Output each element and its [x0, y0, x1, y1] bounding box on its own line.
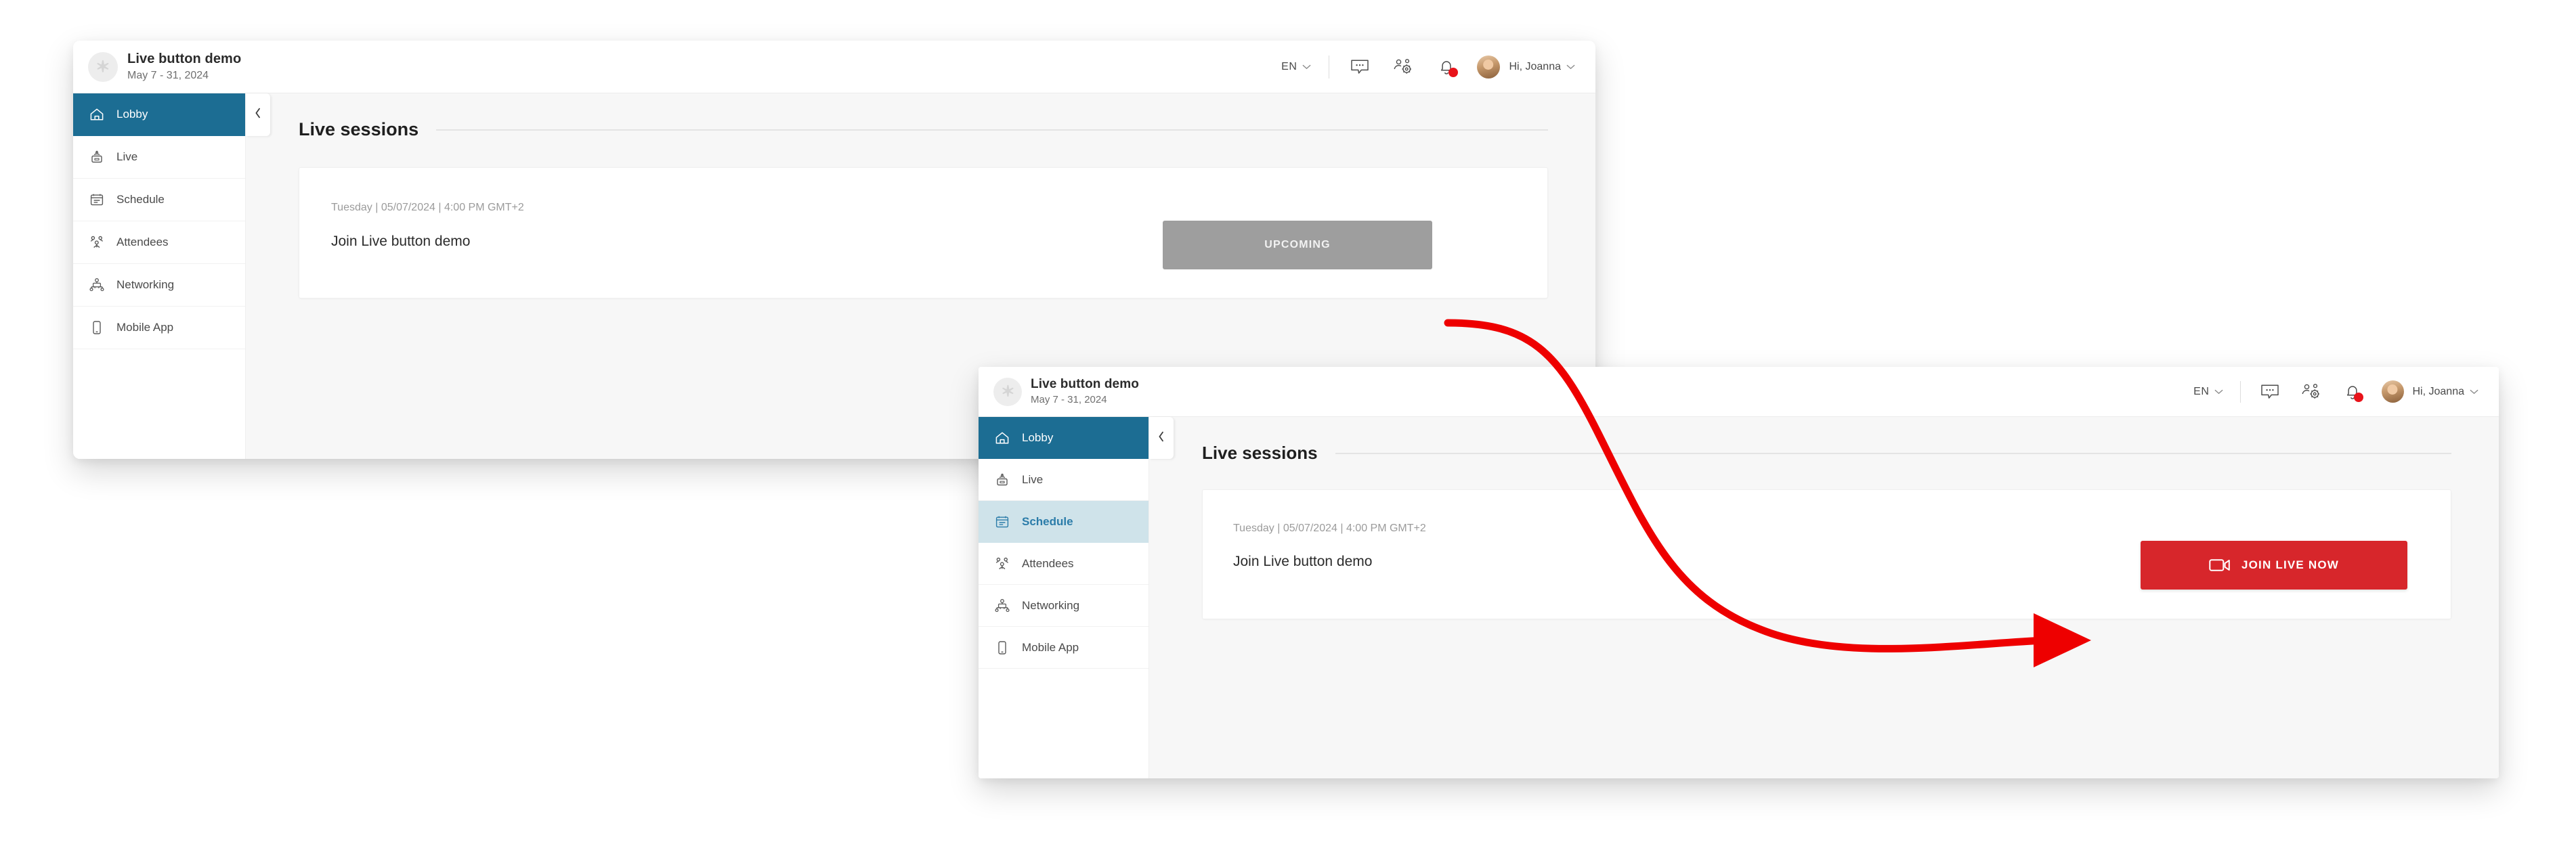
- home-icon: [88, 106, 106, 123]
- mobile-icon: [993, 639, 1011, 657]
- join-live-now-button[interactable]: JOIN LIVE NOW: [2141, 541, 2407, 590]
- upcoming-button-label: UPCOMING: [1264, 239, 1331, 250]
- screenshot-canvas: Live button demo May 7 - 31, 2024 EN Hi,…: [0, 0, 2576, 842]
- people-gear-icon[interactable]: [2299, 380, 2323, 404]
- sidebar-item-networking[interactable]: Networking: [979, 585, 1149, 627]
- sidebar-item-label: Schedule: [116, 193, 165, 206]
- live-icon: [993, 471, 1011, 489]
- window-after: Live button demo May 7 - 31, 2024 EN Hi,…: [979, 367, 2499, 778]
- user-menu-before[interactable]: Hi, Joanna: [1509, 61, 1576, 73]
- window-body-after: Lobby Live Schedule Attendees Networking…: [979, 417, 2499, 778]
- language-selector-before[interactable]: EN: [1281, 60, 1311, 73]
- topbar-actions-before: EN Hi, Joanna: [1281, 54, 1575, 80]
- sidebar-item-label: Lobby: [116, 108, 148, 120]
- star-icon: [88, 51, 118, 82]
- chevron-down-icon: [2470, 386, 2478, 398]
- avatar[interactable]: [2381, 380, 2404, 403]
- chevron-down-icon: [1566, 61, 1575, 73]
- session-meta-before: Tuesday | 05/07/2024 | 4:00 PM GMT+2: [331, 202, 524, 213]
- calendar-icon: [88, 191, 106, 208]
- section-divider: [1335, 452, 2451, 454]
- sidebar-item-lobby[interactable]: Lobby: [979, 417, 1149, 459]
- content-after: Live sessions Tuesday | 05/07/2024 | 4:0…: [1149, 417, 2499, 778]
- sidebar-collapse-button-after[interactable]: [1149, 417, 1174, 459]
- video-camera-icon: [2209, 557, 2231, 573]
- sidebar-item-label: Networking: [1022, 598, 1080, 612]
- section-title-before: Live sessions: [299, 119, 419, 139]
- session-title-after: Join Live button demo: [1233, 554, 1373, 569]
- sidebar-item-live[interactable]: Live: [979, 459, 1149, 501]
- greeting-label-before: Hi, Joanna: [1509, 60, 1562, 72]
- chevron-down-icon: [2214, 386, 2223, 398]
- notification-badge-before: [1448, 67, 1458, 77]
- greeting-label-after: Hi, Joanna: [2412, 385, 2465, 397]
- bell-icon[interactable]: [1434, 54, 1459, 80]
- section-title-after: Live sessions: [1202, 443, 1318, 463]
- sidebar-item-label: Live: [1022, 472, 1044, 486]
- event-brand-before: Live button demo May 7 - 31, 2024: [88, 51, 241, 83]
- bell-icon[interactable]: [2340, 380, 2365, 404]
- star-icon: [993, 377, 1022, 406]
- sidebar-item-label: Attendees: [1022, 556, 1074, 570]
- language-selector-after[interactable]: EN: [2193, 386, 2223, 398]
- section-header-after: Live sessions: [1202, 443, 2451, 464]
- sidebar-item-attendees[interactable]: Attendees: [73, 221, 245, 264]
- sidebar-item-live[interactable]: Live: [73, 136, 245, 179]
- event-title-before: Live button demo: [127, 51, 242, 66]
- topbar-after: Live button demo May 7 - 31, 2024 EN Hi,…: [979, 367, 2499, 417]
- avatar[interactable]: [1476, 55, 1500, 79]
- chevron-down-icon: [1302, 61, 1311, 73]
- sidebar-item-label: Lobby: [1022, 430, 1054, 444]
- session-meta-after: Tuesday | 05/07/2024 | 4:00 PM GMT+2: [1233, 523, 1426, 534]
- event-brand-after: Live button demo May 7 - 31, 2024: [993, 376, 1139, 407]
- home-icon: [993, 429, 1011, 447]
- sidebar-after: Lobby Live Schedule Attendees Networking…: [979, 417, 1174, 778]
- session-title-before: Join Live button demo: [331, 234, 471, 249]
- topbar-actions-after: EN Hi, Joanna: [2193, 380, 2478, 404]
- sidebar-item-label: Schedule: [1022, 514, 1073, 528]
- chevron-left-icon: [255, 108, 261, 122]
- sidebar-item-label: Mobile App: [1022, 640, 1079, 654]
- language-label-after: EN: [2193, 385, 2210, 397]
- people-gear-icon[interactable]: [1390, 54, 1416, 80]
- attendees-icon: [993, 555, 1011, 573]
- event-dates-after: May 7 - 31, 2024: [1031, 394, 1107, 405]
- sidebar-item-label: Live: [116, 150, 138, 163]
- networking-icon: [993, 597, 1011, 615]
- sidebar-item-mobile-app[interactable]: Mobile App: [73, 307, 245, 349]
- section-header-before: Live sessions: [299, 119, 1548, 140]
- live-icon: [88, 148, 106, 166]
- sidebar-item-label: Mobile App: [116, 321, 174, 334]
- divider: [2239, 380, 2241, 403]
- sidebar-item-label: Attendees: [116, 236, 169, 248]
- mobile-icon: [88, 319, 106, 336]
- chat-bubble-icon[interactable]: [1347, 54, 1373, 80]
- sidebar-item-schedule[interactable]: Schedule: [73, 179, 245, 221]
- upcoming-button: UPCOMING: [1163, 221, 1432, 269]
- sidebar-collapse-button-before[interactable]: [246, 93, 270, 136]
- notification-badge-after: [2353, 392, 2363, 402]
- sidebar-item-mobile-app[interactable]: Mobile App: [979, 627, 1149, 669]
- sidebar-item-attendees[interactable]: Attendees: [979, 543, 1149, 585]
- event-dates-before: May 7 - 31, 2024: [127, 70, 209, 81]
- section-divider: [436, 129, 1548, 131]
- sidebar-item-label: Networking: [116, 278, 175, 291]
- join-live-now-label: JOIN LIVE NOW: [2241, 558, 2340, 571]
- sidebar-item-schedule[interactable]: Schedule: [979, 501, 1149, 543]
- language-label-before: EN: [1281, 60, 1297, 72]
- topbar-before: Live button demo May 7 - 31, 2024 EN Hi,…: [73, 41, 1595, 93]
- event-title-after: Live button demo: [1031, 377, 1139, 391]
- attendees-icon: [88, 234, 106, 251]
- chevron-left-icon: [1158, 431, 1165, 445]
- sidebar-item-networking[interactable]: Networking: [73, 264, 245, 307]
- networking-icon: [88, 276, 106, 294]
- session-card-before: Tuesday | 05/07/2024 | 4:00 PM GMT+2 Joi…: [299, 167, 1548, 298]
- calendar-icon: [993, 513, 1011, 531]
- sidebar-before: Lobby Live Schedule Attendees Networking…: [73, 93, 270, 459]
- user-menu-after[interactable]: Hi, Joanna: [2413, 386, 2479, 398]
- sidebar-item-lobby[interactable]: Lobby: [73, 93, 245, 136]
- chat-bubble-icon[interactable]: [2258, 380, 2282, 404]
- session-card-after: Tuesday | 05/07/2024 | 4:00 PM GMT+2 Joi…: [1202, 489, 2451, 619]
